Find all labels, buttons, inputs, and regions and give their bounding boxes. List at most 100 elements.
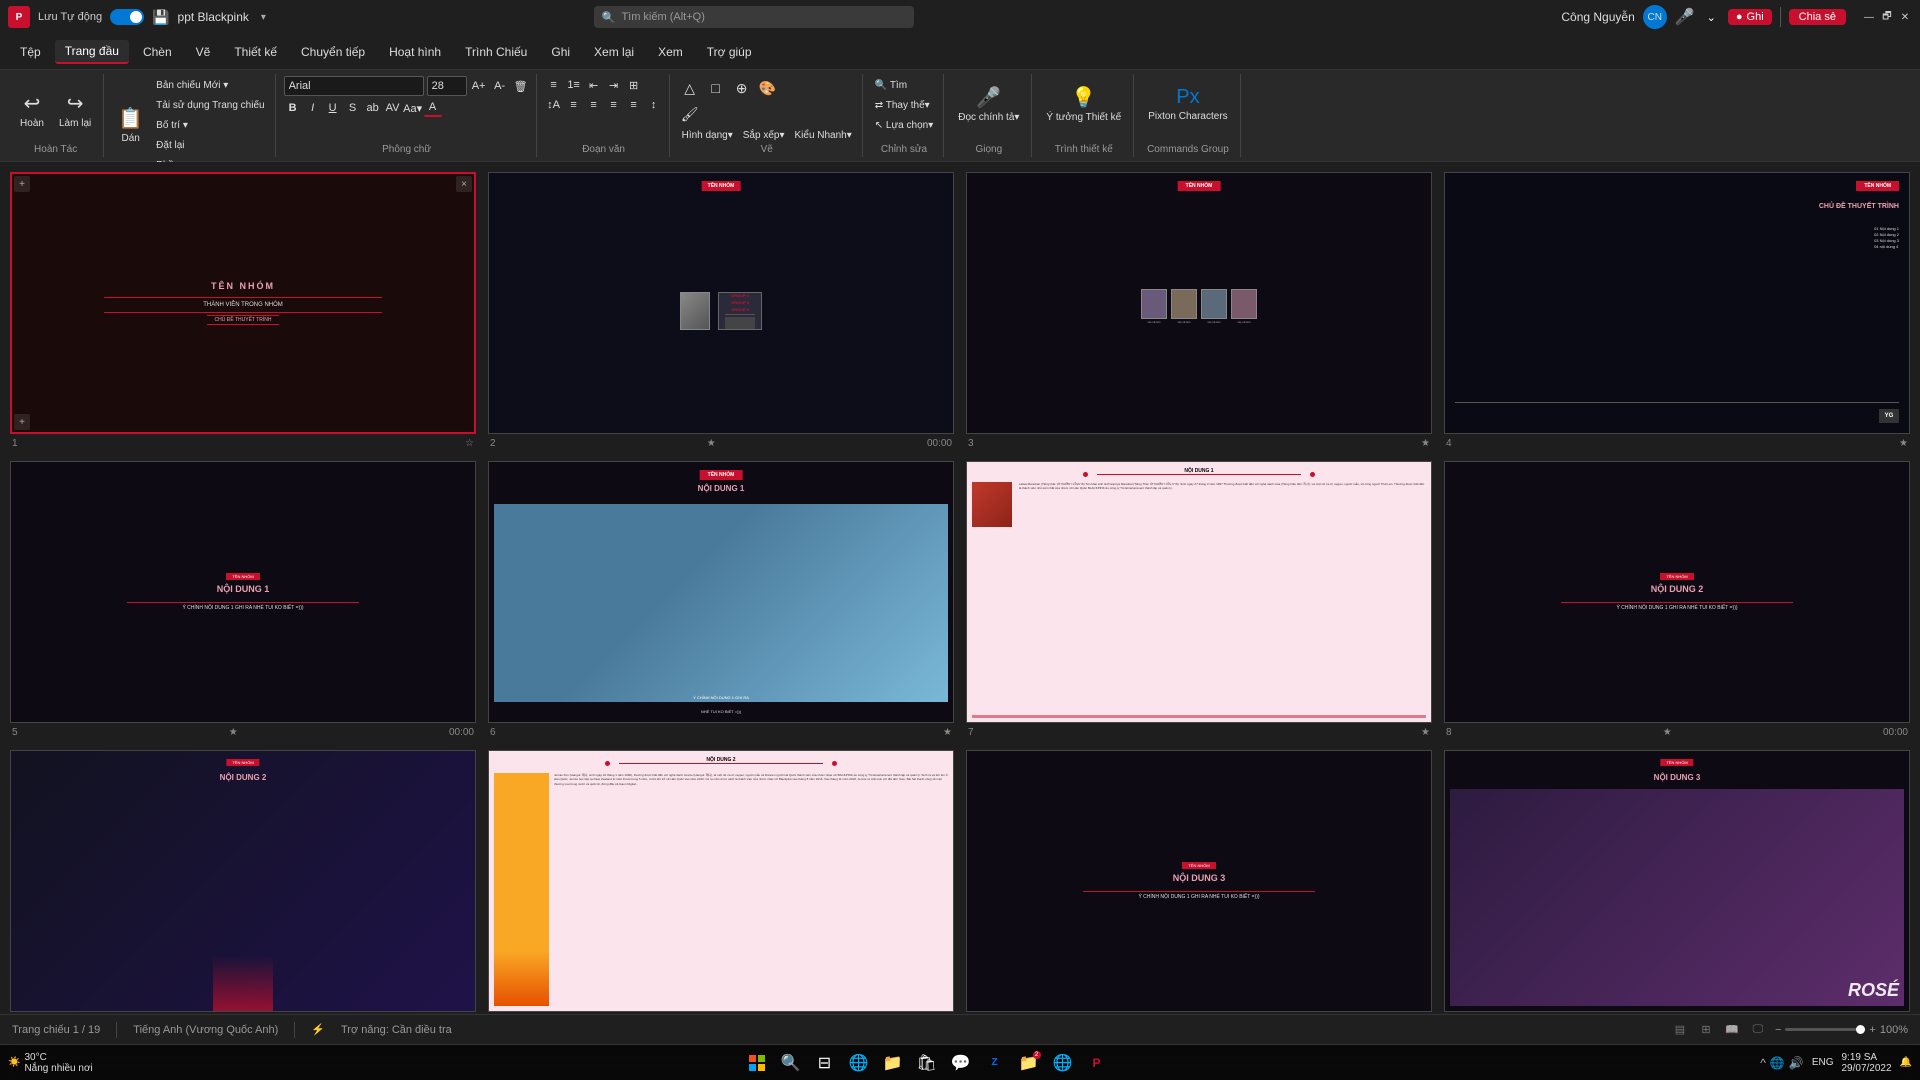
language-indicator[interactable]: ENG [1812,1057,1834,1068]
replace-button[interactable]: ⇄ Thay thế▾ [871,96,937,114]
slide-star-6[interactable]: ★ [943,727,952,738]
increase-font-button[interactable]: A+ [470,77,488,95]
tray-speaker[interactable]: 🔊 [1789,1056,1804,1070]
columns-button[interactable]: ⊞ [625,76,643,94]
indent-decrease-button[interactable]: ⇤ [585,76,603,94]
slide-4[interactable]: + TÊN NHÓM CHỦ ĐỀ THUYẾT TRÌNH 01 Nội du… [1444,172,1910,434]
designer-button[interactable]: 💡Ý tưởng Thiết kế [1040,76,1127,132]
find-button[interactable]: 🔍 Tìm [871,76,937,94]
zoom-button[interactable]: 💬 [947,1049,975,1077]
indent-increase-button[interactable]: ⇥ [605,76,623,94]
menu-design[interactable]: Thiết kế [224,41,287,63]
menu-home[interactable]: Trang đầu [55,40,129,64]
minimize-button[interactable]: — [1862,10,1876,24]
dictate-button[interactable]: 🎤Đọc chính tả▾ [952,76,1025,132]
clock[interactable]: 9:19 SA 29/07/2022 [1841,1052,1891,1074]
menu-animations[interactable]: Hoạt hình [379,41,451,63]
align-right-button[interactable]: ≡ [605,96,623,114]
menu-transitions[interactable]: Chuyển tiếp [291,41,375,63]
slide-star-3[interactable]: ★ [1421,438,1430,449]
slide-3[interactable]: + + TÊN NHÓM Họ và tên Họ và tên [966,172,1432,434]
slide-11[interactable]: TÊN NHÓM NỘI DUNG 3 Ý CHÍNH NỘI DUNG 1 G… [966,750,1432,1012]
filename-chevron[interactable]: ▾ [261,12,266,23]
normal-view-button[interactable]: ▤ [1671,1021,1689,1039]
microphone-icon[interactable]: 🎤 [1675,7,1695,27]
align-center-button[interactable]: ≡ [585,96,603,114]
search-box[interactable]: 🔍 Tìm kiếm (Alt+Q) [594,6,914,28]
notifications-icon[interactable]: 🔔 [1900,1057,1912,1068]
clear-format-button[interactable]: 🗑 [512,77,530,95]
notifications-button[interactable]: 📁 2 [1015,1049,1043,1077]
font-size-selector[interactable] [427,76,467,96]
align-left-button[interactable]: ≡ [565,96,583,114]
menu-help[interactable]: Trợ giúp [697,41,762,63]
add-right-1[interactable]: × [456,176,472,192]
close-button[interactable]: ✕ [1898,10,1912,24]
char-spacing-button[interactable]: AV [384,99,402,117]
font-family-selector[interactable] [284,76,424,96]
shape-button[interactable]: △ [678,76,702,100]
slide-5[interactable]: TÊN NHÓM NỘI DUNG 1 Ý CHÍNH NỘI DUNG 1 G… [10,461,476,723]
slide-star-5[interactable]: ★ [229,727,238,738]
slide-2[interactable]: + + TÊN NHÓM GROUP 1 GROUP 5 GROUP 9 [488,172,954,434]
reset-button[interactable]: Đặt lại [152,136,268,154]
italic-button[interactable]: I [304,99,322,117]
save-icon[interactable]: 💾 [152,9,169,26]
slide-star-4[interactable]: ★ [1899,438,1908,449]
redo-button[interactable]: ↪Làm lại [53,82,97,138]
pixton-button[interactable]: PxPixton Characters [1142,76,1233,132]
slide-sorter-button[interactable]: ⊞ [1697,1021,1715,1039]
autosave-toggle[interactable] [110,9,144,25]
zoom-slider[interactable] [1785,1028,1865,1031]
slide-star-8[interactable]: ★ [1663,727,1672,738]
restore-button[interactable]: 🗗 [1880,10,1894,24]
underline-button[interactable]: U [324,99,342,117]
slide-10[interactable]: NỘI DUNG 2 Jennie Kim (Hangul: 제니; sinh … [488,750,954,1012]
arrange-order-button[interactable]: Sắp xếp▾ [739,126,789,144]
decrease-font-button[interactable]: A- [491,77,509,95]
tray-network[interactable]: 🌐 [1770,1056,1785,1070]
share-button[interactable]: Chia sẻ [1789,9,1846,25]
bullets-button[interactable]: ≡ [545,76,563,94]
strikethrough-button[interactable]: S [344,99,362,117]
slide-star-2[interactable]: ★ [707,438,716,449]
quick-style-button[interactable]: 🎨 [756,76,780,100]
slide-6[interactable]: + TÊN NHÓM NỘI DUNG 1 Ý CHÍNH NỘI DUNG 1… [488,461,954,723]
paste-button[interactable]: 📋Dán [112,97,149,153]
select-button[interactable]: ↖ Lựa chọn▾ [871,116,937,134]
change-case-button[interactable]: Aa▾ [404,99,422,117]
menu-review[interactable]: Xem lại [584,41,644,63]
powerpoint-button[interactable]: P [1083,1049,1111,1077]
slide-9[interactable]: TÊN NHÓM NỘI DUNG 2 [10,750,476,1012]
record-button[interactable]: ● Ghi [1728,9,1772,25]
ribbon-expand-icon[interactable]: ⌄ [1703,9,1720,26]
search-taskbar-button[interactable]: 🔍 [777,1049,805,1077]
layout-button[interactable]: Bố trí ▾ [152,116,268,134]
menu-file[interactable]: Tệp [10,41,51,63]
shadow-button[interactable]: ab [364,99,382,117]
slide-7[interactable]: + NỘI DUNG 1 Lalisa Manoban (Tiếng thái:… [966,461,1432,723]
effects-button[interactable]: Kiểu Nhanh▾ [790,126,855,144]
zoom-out-icon[interactable]: − [1775,1024,1781,1036]
fill-button[interactable]: 🖌 [678,102,702,126]
text-direction-button[interactable]: ↕A [545,96,563,114]
arrange-button[interactable]: ⊕ [730,76,754,100]
explorer-button[interactable]: 📁 [879,1049,907,1077]
menu-insert[interactable]: Chèn [133,41,182,63]
zalo-button[interactable]: Z [981,1049,1009,1077]
bold-button[interactable]: B [284,99,302,117]
menu-record[interactable]: Ghi [541,41,580,63]
font-color-button[interactable]: A [424,99,442,117]
slide-star-1[interactable]: ☆ [465,438,474,449]
store-button[interactable]: 🛍 [913,1049,941,1077]
justify-button[interactable]: ≡ [625,96,643,114]
task-view-button[interactable]: ⊟ [811,1049,839,1077]
edge-button[interactable]: 🌐 [845,1049,873,1077]
slide-8[interactable]: TÊN NHÓM NỘI DUNG 2 Ý CHÍNH NỘI DUNG 1 G… [1444,461,1910,723]
menu-draw[interactable]: Vẽ [186,41,221,63]
new-slide-button[interactable]: Bản chiếu Mới ▾ [152,76,268,94]
slide-star-7[interactable]: ★ [1421,727,1430,738]
tray-expand[interactable]: ^ [1760,1056,1766,1070]
slide-1[interactable]: + × + TÊN NHÓM THÀNH VIÊN TRONG NHÓM CHỦ… [10,172,476,434]
add-below-1[interactable]: + [14,414,30,430]
